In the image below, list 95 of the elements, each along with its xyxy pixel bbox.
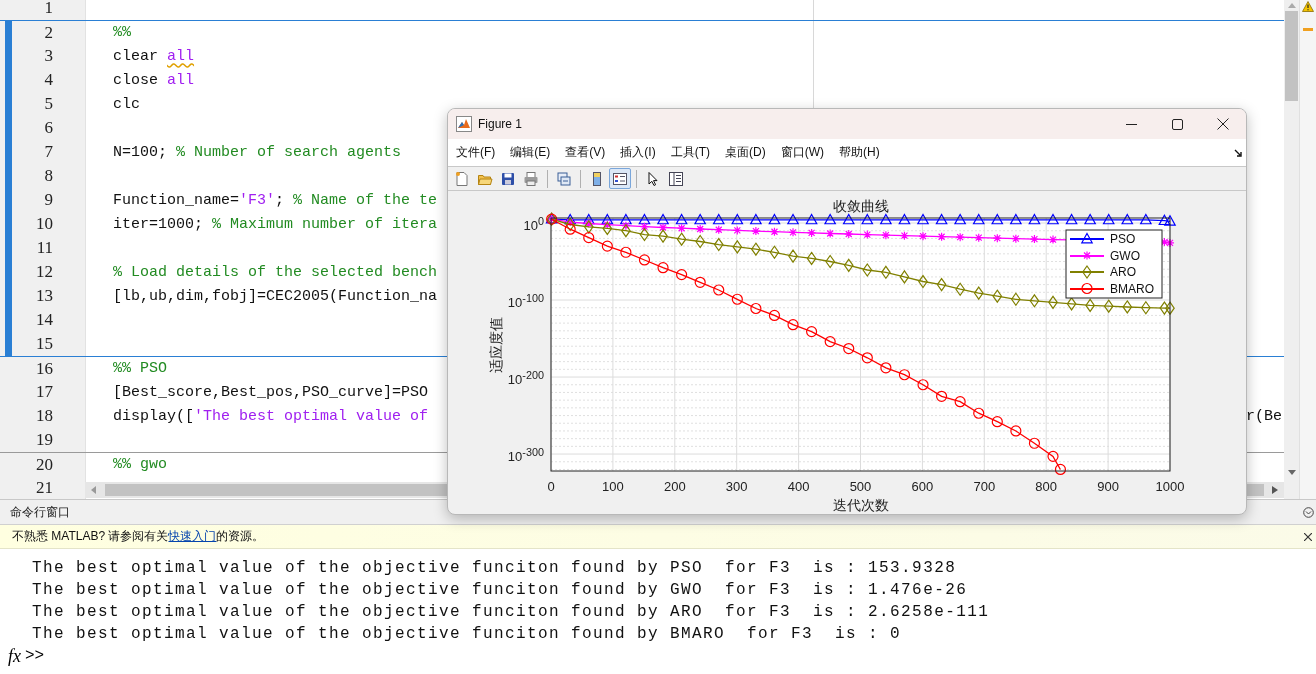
y-tick-label: 10$^{-300}$ — [507, 445, 544, 466]
stacked-windows-icon — [556, 170, 572, 187]
menu-item[interactable]: 帮助(H) — [833, 141, 889, 164]
scroll-left-icon[interactable] — [91, 486, 97, 494]
cursor-icon — [645, 170, 661, 187]
line-number: 18 — [35, 405, 54, 427]
y-axis-label: 适应度值 — [488, 316, 504, 373]
window-title: Figure 1 — [478, 117, 523, 131]
x-tick-label: 100 — [602, 479, 624, 494]
legend-entry[interactable]: PSO — [1069, 232, 1136, 246]
code-line: close all — [113, 71, 195, 89]
warning-marker[interactable] — [1303, 28, 1313, 31]
y-tick-label: 10$^{-200}$ — [507, 368, 544, 389]
document-icon — [454, 170, 470, 187]
menu-item[interactable]: 文件(F) — [450, 141, 505, 164]
x-tick-label: 800 — [1035, 479, 1058, 494]
line-number: 15 — [35, 333, 54, 355]
command-prompt[interactable]: >> — [25, 647, 45, 665]
warning-icon[interactable] — [1302, 1, 1314, 12]
line-number: 2 — [43, 22, 54, 44]
legend-entry[interactable]: BMARO — [1069, 281, 1154, 296]
dock-arrow-icon[interactable] — [1234, 148, 1242, 157]
scroll-right-icon[interactable] — [1272, 486, 1278, 494]
code-line: display(['The best optimal value of — [113, 407, 429, 425]
close-icon[interactable] — [1304, 532, 1312, 541]
menu-item[interactable]: 插入(I) — [614, 141, 665, 164]
line-number: 21 — [35, 477, 54, 499]
code-line: Function_name='F3'; % Name of the te — [113, 191, 438, 209]
scroll-down-icon[interactable] — [1287, 470, 1296, 475]
x-tick-label: 600 — [911, 479, 934, 494]
code-line: iter=1000; % Maximum number of itera — [113, 215, 438, 233]
line-number: 11 — [35, 237, 54, 259]
figure-app-icon — [456, 116, 472, 132]
panel-icon — [668, 170, 684, 187]
x-tick-label: 300 — [725, 479, 748, 494]
line-number: 8 — [43, 165, 54, 187]
printer-icon — [523, 170, 539, 187]
code-line: %% gwo — [113, 456, 167, 473]
x-tick-label: 0 — [547, 479, 555, 494]
maximize-icon — [1171, 118, 1183, 130]
legend-entry[interactable]: GWO — [1069, 248, 1140, 263]
menu-item[interactable]: 窗口(W) — [774, 141, 833, 164]
x-tick-label: 900 — [1097, 479, 1119, 494]
x-axis-label: 迭代次数 — [832, 497, 889, 513]
menu-item[interactable]: 工具(T) — [664, 141, 719, 164]
line-number: 19 — [35, 429, 54, 451]
x-tick-label: 200 — [663, 479, 686, 494]
function-browser-button[interactable]: fx — [8, 645, 21, 667]
code-fragment: r(Be — [1246, 407, 1282, 425]
output-line: The best optimal value of the objective funciton found by PSO for F3 is : 153.9328 — [31, 558, 958, 579]
close-icon — [1217, 118, 1229, 130]
output-line: The best optimal value of the objective funciton found by GWO for F3 is : 1.476e-26 — [31, 580, 969, 601]
legend-tool-button[interactable] — [609, 168, 631, 189]
code-line: %% — [113, 24, 131, 41]
scroll-thumb[interactable] — [1285, 11, 1298, 101]
code-line: [Best_score,Best_pos,PSO_curve]=PSO — [113, 383, 429, 401]
line-number: 20 — [35, 454, 54, 476]
x-tick-label: 500 — [849, 479, 872, 494]
line-number: 4 — [43, 69, 54, 91]
menu-item[interactable]: 编辑(E) — [504, 141, 560, 164]
menu-item[interactable]: 桌面(D) — [719, 141, 775, 164]
x-tick-label: 700 — [973, 479, 996, 494]
code-line: N=100; % Number of search agents — [113, 143, 402, 161]
line-number: 6 — [43, 117, 54, 139]
chart-title: 收敛曲线 — [832, 198, 889, 214]
x-tick-label: 400 — [787, 479, 810, 494]
line-number: 13 — [35, 285, 54, 307]
line-number: 10 — [35, 213, 54, 235]
menu-item[interactable]: 查看(V) — [559, 141, 615, 164]
code-line: clc — [113, 95, 140, 113]
output-line: The best optimal value of the objective funciton found by BMARO for F3 is : 0 — [31, 624, 903, 645]
line-number: 17 — [35, 381, 54, 403]
vertical-scrollbar[interactable] — [1284, 0, 1299, 499]
line-number: 5 — [43, 93, 54, 115]
code-line: clear all — [113, 47, 195, 65]
legend-icon — [612, 170, 628, 187]
x-tick-label: 1000 — [1155, 479, 1185, 494]
code-line: %% PSO — [113, 360, 167, 377]
quick-start-link[interactable]: 快速入门 — [168, 529, 217, 543]
line-number: 9 — [43, 189, 54, 211]
line-number: 16 — [35, 358, 54, 380]
panel-title: 命令行窗口 — [10, 503, 70, 521]
line-number: 3 — [43, 45, 54, 67]
line-number: 12 — [35, 261, 54, 283]
notice-message: 不熟悉 MATLAB? 请参阅有关快速入门的资源。 — [12, 528, 265, 545]
y-tick-label: 10$^{0}$ — [523, 214, 544, 235]
line-number: 14 — [35, 309, 54, 331]
line-number: 1 — [43, 0, 54, 19]
code-line: % Load details of the selected bench — [113, 263, 438, 281]
y-tick-label: 10$^{-100}$ — [507, 291, 544, 312]
output-line: The best optimal value of the objective funciton found by ARO for F3 is : 2.6258e-111 — [31, 602, 991, 623]
code-line: [lb,ub,dim,fobj]=CEC2005(Function_na — [113, 287, 438, 305]
panel-menu-icon[interactable] — [1303, 506, 1314, 518]
legend-entry[interactable]: ARO — [1069, 264, 1136, 280]
line-number: 7 — [43, 141, 54, 163]
